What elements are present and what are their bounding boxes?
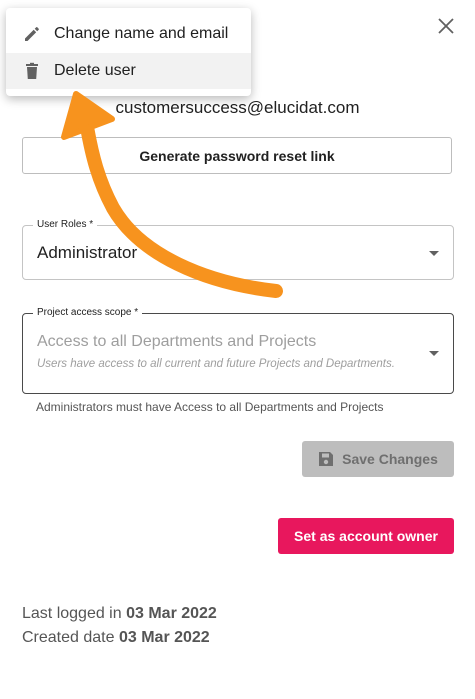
menu-item-delete-user[interactable]: Delete user xyxy=(6,53,251,89)
created-date: Created date 03 Mar 2022 xyxy=(22,629,210,647)
close-icon[interactable] xyxy=(436,16,456,36)
user-email: customersuccess@elucidat.com xyxy=(0,98,475,118)
project-access-scope-description: Users have access to all current and fut… xyxy=(37,358,395,370)
project-access-helper-text: Administrators must have Access to all D… xyxy=(36,400,384,414)
last-logged-label: Last logged in xyxy=(22,605,122,622)
save-changes-button[interactable]: Save Changes xyxy=(302,441,454,477)
user-roles-label: User Roles * xyxy=(33,218,98,232)
trash-icon xyxy=(22,61,42,81)
user-roles-value: Administrator xyxy=(37,243,138,262)
user-actions-menu: Change name and email Delete user xyxy=(6,8,251,96)
last-logged-in: Last logged in 03 Mar 2022 xyxy=(22,605,217,623)
menu-item-change-name-email[interactable]: Change name and email xyxy=(6,16,251,52)
user-roles-select[interactable]: User Roles * Administrator xyxy=(22,218,454,280)
set-account-owner-label: Set as account owner xyxy=(294,528,438,544)
save-changes-label: Save Changes xyxy=(342,451,438,467)
created-date-label: Created date xyxy=(22,629,115,646)
chevron-down-icon xyxy=(429,351,439,356)
user-email-text: customersuccess@elucidat.com xyxy=(115,98,360,117)
generate-reset-link-button[interactable]: Generate password reset link xyxy=(22,137,452,174)
generate-reset-link-label: Generate password reset link xyxy=(139,147,335,164)
menu-item-label: Change name and email xyxy=(54,25,229,42)
user-details-panel: e customersuccess@elucidat.com Generate … xyxy=(0,0,475,699)
last-logged-value: 03 Mar 2022 xyxy=(126,605,217,622)
save-icon xyxy=(319,452,334,466)
project-access-scope-label: Project access scope * xyxy=(33,306,143,320)
project-access-scope-select[interactable]: Project access scope * Access to all Dep… xyxy=(22,306,454,394)
pencil-icon xyxy=(22,24,42,44)
project-access-scope-value: Access to all Departments and Projects xyxy=(37,333,317,350)
set-account-owner-button[interactable]: Set as account owner xyxy=(278,518,454,554)
menu-item-label: Delete user xyxy=(54,62,136,79)
created-date-value: 03 Mar 2022 xyxy=(118,629,210,646)
chevron-down-icon xyxy=(429,251,439,256)
